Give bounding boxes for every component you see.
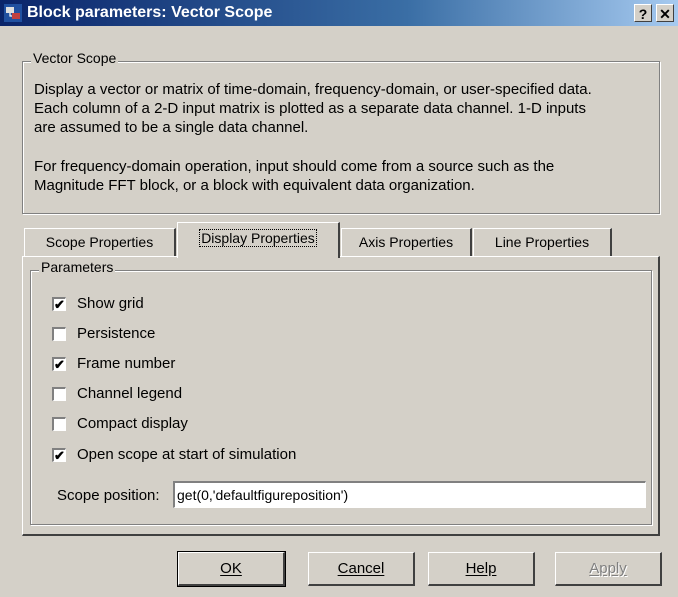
description-line-2: Each column of a 2-D input matrix is plo… <box>34 100 586 117</box>
cancel-button[interactable]: Cancel <box>308 552 415 586</box>
parameters-group-title: Parameters <box>39 259 116 275</box>
apply-button: Apply <box>555 552 662 586</box>
scope-position-input[interactable] <box>173 481 646 508</box>
description-line-3: are assumed to be a single data channel. <box>34 119 309 136</box>
description-line-4: For frequency-domain operation, input sh… <box>34 158 555 175</box>
description-group-title: Vector Scope <box>31 50 119 66</box>
help-icon[interactable]: ? <box>634 4 652 22</box>
help-button[interactable]: Help <box>428 552 535 586</box>
close-icon[interactable]: ✕ <box>656 4 674 22</box>
description-line-5: Magnitude FFT block, or a block with equ… <box>34 177 475 194</box>
simulink-block-icon <box>4 4 22 22</box>
scope-position-label: Scope position: <box>57 487 160 504</box>
checkbox-box[interactable] <box>52 387 66 401</box>
tab-display-properties[interactable]: Display Properties <box>177 222 340 258</box>
tab-scope-properties[interactable]: Scope Properties <box>24 228 176 256</box>
tab-axis-properties[interactable]: Axis Properties <box>341 228 472 256</box>
title-bar: Block parameters: Vector Scope ? ✕ <box>0 0 678 26</box>
window-title: Block parameters: Vector Scope <box>27 4 273 21</box>
checkbox-box[interactable]: ✔ <box>52 297 66 311</box>
checkbox-box[interactable] <box>52 327 66 341</box>
checkbox-box[interactable]: ✔ <box>52 448 66 462</box>
checkbox-box[interactable] <box>52 417 66 431</box>
description-line-1: Display a vector or matrix of time-domai… <box>34 81 592 98</box>
ok-button[interactable]: OK <box>177 551 286 587</box>
tab-line-properties[interactable]: Line Properties <box>473 228 612 256</box>
checkbox-box[interactable]: ✔ <box>52 357 66 371</box>
